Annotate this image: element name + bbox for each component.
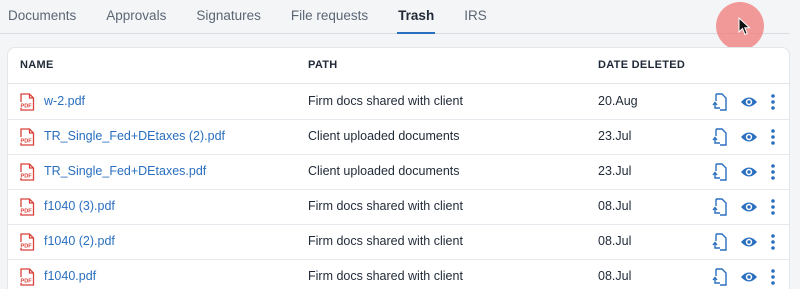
restore-icon[interactable] (712, 162, 728, 181)
name-cell: PDF f1040 (3).pdf (20, 189, 115, 224)
file-name-link[interactable]: f1040 (2).pdf (44, 224, 115, 259)
file-name-link[interactable]: f1040.pdf (44, 259, 96, 289)
tab-trash[interactable]: Trash (397, 0, 436, 34)
pdf-file-icon: PDF (20, 267, 35, 286)
path-cell: Firm docs shared with client (308, 234, 463, 248)
date-deleted-cell: 23.Jul (598, 164, 632, 178)
column-header-path[interactable]: PATH (308, 59, 338, 71)
eye-icon[interactable] (740, 271, 758, 283)
date-deleted-cell: 23.Jul (598, 129, 632, 143)
date-deleted-cell: 20.Aug (598, 94, 638, 108)
column-header-date-deleted[interactable]: DATE DELETED (598, 59, 685, 71)
date-deleted-cell: 08.Jul (598, 199, 632, 213)
table-row: PDF TR_Single_Fed+DEtaxes.pdf Client upl… (8, 154, 789, 190)
more-vertical-icon[interactable] (771, 233, 775, 250)
path-cell: Client uploaded documents (308, 129, 460, 143)
restore-icon[interactable] (712, 127, 728, 146)
restore-icon[interactable] (712, 232, 728, 251)
restore-icon[interactable] (712, 197, 728, 216)
svg-text:PDF: PDF (21, 243, 33, 249)
tab-irs[interactable]: IRS (463, 0, 488, 33)
row-actions (712, 224, 775, 259)
table-row: PDF w-2.pdf Firm docs shared with client… (8, 84, 789, 120)
table-row: PDF f1040 (3).pdf Firm docs shared with … (8, 189, 789, 225)
pdf-file-icon: PDF (20, 162, 35, 181)
eye-icon[interactable] (740, 131, 758, 143)
svg-text:PDF: PDF (21, 208, 33, 214)
file-name-link[interactable]: TR_Single_Fed+DEtaxes (2).pdf (44, 119, 225, 154)
date-deleted-cell: 08.Jul (598, 269, 632, 283)
more-vertical-icon[interactable] (771, 163, 775, 180)
more-vertical-icon[interactable] (771, 198, 775, 215)
more-vertical-icon[interactable] (771, 268, 775, 285)
name-cell: PDF w-2.pdf (20, 84, 85, 119)
tab-file-requests[interactable]: File requests (290, 0, 369, 33)
table-row: PDF f1040 (2).pdf Firm docs shared with … (8, 224, 789, 260)
eye-icon[interactable] (740, 201, 758, 213)
tab-approvals[interactable]: Approvals (105, 0, 167, 33)
table-header: NAME PATH DATE DELETED (8, 48, 789, 84)
svg-text:PDF: PDF (21, 138, 33, 144)
date-deleted-cell: 08.Jul (598, 234, 632, 248)
mouse-pointer-icon (738, 17, 751, 36)
svg-text:PDF: PDF (21, 278, 33, 284)
path-cell: Firm docs shared with client (308, 269, 463, 283)
svg-text:PDF: PDF (21, 173, 33, 179)
row-actions (712, 154, 775, 189)
file-name-link[interactable]: w-2.pdf (44, 84, 85, 119)
path-cell: Firm docs shared with client (308, 94, 463, 108)
svg-text:PDF: PDF (21, 103, 33, 109)
row-actions (712, 119, 775, 154)
file-name-link[interactable]: TR_Single_Fed+DEtaxes.pdf (44, 154, 206, 189)
column-header-name[interactable]: NAME (20, 59, 54, 71)
table-row: PDF TR_Single_Fed+DEtaxes (2).pdf Client… (8, 119, 789, 155)
trash-page: Documents Approvals Signatures File requ… (0, 0, 800, 289)
more-vertical-icon[interactable] (771, 93, 775, 110)
row-actions (712, 259, 775, 289)
path-cell: Client uploaded documents (308, 164, 460, 178)
more-vertical-icon[interactable] (771, 128, 775, 145)
pdf-file-icon: PDF (20, 197, 35, 216)
name-cell: PDF f1040 (2).pdf (20, 224, 115, 259)
eye-icon[interactable] (740, 236, 758, 248)
trash-table: NAME PATH DATE DELETED PDF w-2.pdf Firm … (7, 47, 790, 289)
name-cell: PDF TR_Single_Fed+DEtaxes (2).pdf (20, 119, 225, 154)
tab-documents[interactable]: Documents (7, 0, 77, 33)
eye-icon[interactable] (740, 96, 758, 108)
pdf-file-icon: PDF (20, 232, 35, 251)
pdf-file-icon: PDF (20, 92, 35, 111)
row-actions (712, 189, 775, 224)
path-cell: Firm docs shared with client (308, 199, 463, 213)
table-row: PDF f1040.pdf Firm docs shared with clie… (8, 259, 789, 289)
name-cell: PDF f1040.pdf (20, 259, 96, 289)
pdf-file-icon: PDF (20, 127, 35, 146)
tab-signatures[interactable]: Signatures (195, 0, 262, 33)
restore-icon[interactable] (712, 92, 728, 111)
restore-icon[interactable] (712, 267, 728, 286)
eye-icon[interactable] (740, 166, 758, 178)
name-cell: PDF TR_Single_Fed+DEtaxes.pdf (20, 154, 206, 189)
tab-bar: Documents Approvals Signatures File requ… (0, 0, 790, 34)
file-name-link[interactable]: f1040 (3).pdf (44, 189, 115, 224)
row-actions (712, 84, 775, 119)
